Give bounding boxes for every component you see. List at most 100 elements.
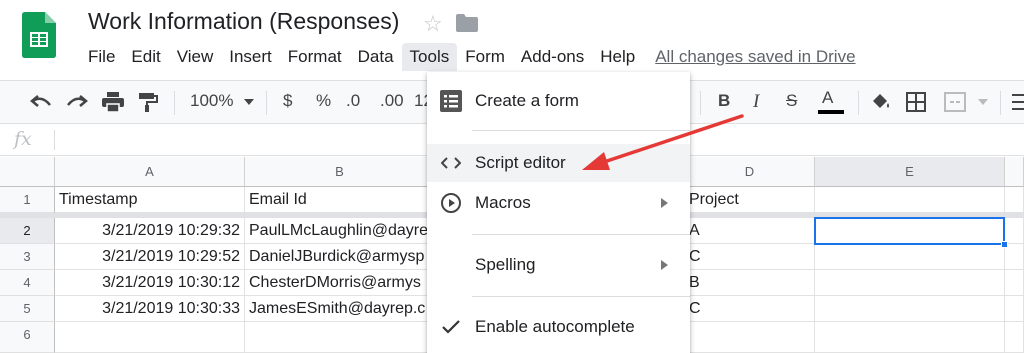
select-all-corner[interactable] [0,157,55,187]
strikethrough-button[interactable]: S [786,91,797,111]
row-header-2[interactable]: 2 [0,218,55,244]
undo-icon[interactable] [30,93,52,109]
menu-item-spelling[interactable]: Spelling [427,246,690,284]
cell-b6[interactable] [245,322,435,353]
form-icon [427,90,475,112]
borders-icon[interactable] [906,92,926,112]
cell-f4[interactable] [1005,270,1024,296]
folder-icon[interactable] [456,14,478,32]
toolbar-divider [858,91,859,115]
row-header-6[interactable]: 6 [0,322,55,353]
menu-view[interactable]: View [169,43,222,71]
cell-d4[interactable]: B [685,270,815,296]
cell-b3[interactable]: DanielJBurdick@armysp [245,244,435,270]
chevron-down-icon[interactable] [244,99,254,105]
menu-data[interactable]: Data [350,43,402,71]
toolbar-divider [1000,91,1001,115]
menu-item-create-form[interactable]: Create a form [427,82,690,120]
menu-item-label: Spelling [475,255,536,274]
cell-a6[interactable] [55,322,245,353]
save-status-link[interactable]: All changes saved in Drive [655,47,855,67]
cell-d5[interactable]: C [685,296,815,322]
menu-separator [472,130,690,131]
cell-a3[interactable]: 3/21/2019 10:29:52 [55,244,245,270]
italic-button[interactable]: I [753,91,759,113]
menu-separator [472,296,690,297]
cell-a2[interactable]: 3/21/2019 10:29:32 [55,218,245,244]
menu-edit[interactable]: Edit [123,43,168,71]
fill-color-icon[interactable] [870,92,892,112]
redo-icon[interactable] [66,93,88,109]
document-title[interactable]: Work Information (Responses) [88,8,399,35]
menu-tools[interactable]: Tools [401,43,458,71]
play-circle-icon [427,192,475,214]
code-brackets-icon [427,156,475,170]
menu-item-enable-autocomplete[interactable]: Enable autocomplete [427,308,690,346]
cell-b5[interactable]: JamesESmith@dayrep.c [245,296,435,322]
toolbar-divider [700,91,701,115]
cell-e3[interactable] [815,244,1005,270]
cell-d3[interactable]: C [685,244,815,270]
percent-format-button[interactable]: % [316,91,331,111]
cell-a1[interactable]: Timestamp [55,187,245,213]
paint-format-icon[interactable] [138,92,158,112]
text-color-button[interactable]: A [822,88,833,108]
cell-a4[interactable]: 3/21/2019 10:30:12 [55,270,245,296]
bold-button[interactable]: B [718,91,730,111]
print-icon[interactable] [102,92,124,112]
toolbar-divider [266,91,267,115]
column-header-b[interactable]: B [245,157,435,187]
sheets-logo-icon[interactable] [22,12,56,58]
menu-item-label: Macros [475,193,531,212]
row-header-4[interactable]: 4 [0,270,55,296]
chevron-down-icon [978,99,988,105]
cell-e1[interactable] [815,187,1005,213]
formula-divider [54,130,55,150]
menu-item-label: Enable autocomplete [475,317,635,336]
decrease-decimals-button[interactable]: .0 [346,91,360,111]
menu-item-macros[interactable]: Macros [427,184,690,222]
cell-b1[interactable]: Email Id [245,187,435,213]
menu-add-ons[interactable]: Add-ons [513,43,592,71]
checkmark-icon [427,320,475,334]
menu-separator [472,234,690,235]
cell-e5[interactable] [815,296,1005,322]
menu-format[interactable]: Format [280,43,350,71]
selected-cell-outline[interactable] [814,217,1005,245]
row-header-5[interactable]: 5 [0,296,55,322]
align-icon[interactable] [1012,93,1024,111]
menu-insert[interactable]: Insert [221,43,280,71]
column-header-f[interactable] [1005,157,1024,187]
menu-file[interactable]: File [80,43,123,71]
cell-f5[interactable] [1005,296,1024,322]
menu-form[interactable]: Form [457,43,513,71]
cell-f1[interactable] [1005,187,1024,213]
merge-cells-icon [944,92,966,112]
column-header-d[interactable]: D [685,157,815,187]
column-header-e[interactable]: E [815,157,1005,187]
cell-b4[interactable]: ChesterDMorris@armys [245,270,435,296]
cell-b2[interactable]: PaulLMcLaughlin@dayre [245,218,435,244]
menu-item-script-editor[interactable]: Script editor [427,144,690,182]
cell-f6[interactable] [1005,322,1024,353]
cell-a5[interactable]: 3/21/2019 10:30:33 [55,296,245,322]
zoom-select[interactable]: 100% [190,91,233,111]
row-header-3[interactable]: 3 [0,244,55,270]
cell-d2[interactable]: A [685,218,815,244]
menu-help[interactable]: Help [592,43,643,71]
row-header-1[interactable]: 1 [0,187,55,213]
star-icon[interactable]: ☆ [423,11,443,37]
fill-handle[interactable] [1001,241,1008,248]
toolbar-divider [174,91,175,115]
increase-decimals-button[interactable]: .00 [380,91,404,111]
menu-item-label: Create a form [475,91,579,110]
cell-e6[interactable] [815,322,1005,353]
column-header-a[interactable]: A [55,157,245,187]
cell-e4[interactable] [815,270,1005,296]
menu-item-label: Script editor [475,153,566,172]
cell-d6[interactable] [685,322,815,353]
text-color-swatch [818,110,844,114]
spreadsheet-app: Work Information (Responses) ☆ File Edit… [0,0,1024,353]
currency-format-button[interactable]: $ [283,91,292,111]
cell-d1[interactable]: Project [685,187,815,213]
